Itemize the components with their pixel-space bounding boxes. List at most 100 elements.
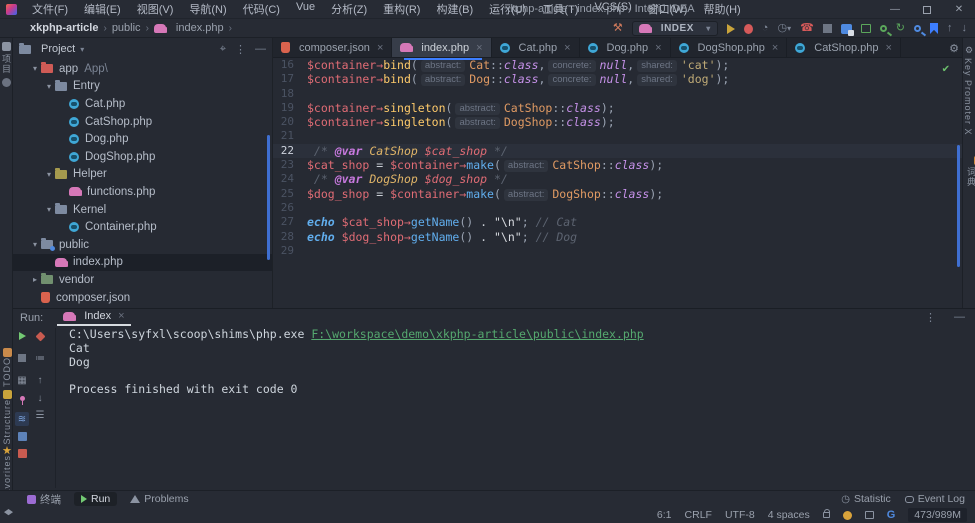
tree-expanded-icon[interactable]: ▾ xyxy=(29,240,41,249)
prev-occurrence-button[interactable]: ↑ xyxy=(947,23,953,34)
run-panel-hide-icon[interactable]: — xyxy=(954,311,965,324)
menu-item-5[interactable]: Vue xyxy=(289,0,322,19)
maximize-button[interactable] xyxy=(911,0,943,19)
tree-item-DogShop.php[interactable]: DogShop.php xyxy=(13,148,272,166)
tree-item-composer.json[interactable]: composer.json xyxy=(13,289,272,307)
file-encoding[interactable]: UTF-8 xyxy=(725,509,755,521)
indent-setting[interactable]: 4 spaces xyxy=(768,509,810,521)
memory-indicator[interactable]: 473/989M xyxy=(908,508,967,522)
tree-item-public[interactable]: ▾public xyxy=(13,236,272,254)
editor-tab-index.php[interactable]: index.php× xyxy=(392,38,491,57)
menu-item-0[interactable]: 文件(F) xyxy=(25,0,75,19)
pin-tab-icon[interactable] xyxy=(15,391,29,405)
code-line-21[interactable]: 21 xyxy=(273,129,962,143)
todo-stripe-button[interactable]: TODO xyxy=(2,348,12,390)
code-line-28[interactable]: 28echo $dog_shop→getName() . "\n"; // Do… xyxy=(273,230,962,244)
tree-item-Helper[interactable]: ▾Helper xyxy=(13,166,272,184)
tree-item-Cat.php[interactable]: Cat.php xyxy=(13,95,272,113)
project-stripe-button[interactable]: 项目 xyxy=(0,38,12,87)
console-file-link[interactable]: F:\workspace\demo\xkphp-article\public\i… xyxy=(311,327,643,341)
tab-close-icon[interactable]: × xyxy=(564,42,570,54)
hide-panel-icon[interactable]: — xyxy=(255,43,266,55)
editor-tab-composer.json[interactable]: composer.json× xyxy=(273,38,392,57)
options-menu-icon[interactable]: ⋮ xyxy=(235,43,246,56)
find-icon[interactable] xyxy=(914,25,921,32)
editor-tab-Cat.php[interactable]: Cat.php× xyxy=(492,38,580,57)
attach-phone-icon[interactable]: ☎ xyxy=(800,23,814,34)
soft-wrap-toggle[interactable]: ≋ xyxy=(15,412,29,426)
sort-list-icon[interactable]: ≔ xyxy=(33,351,47,365)
code-line-27[interactable]: 27echo $cat_shop→getName() . "\n"; // Ca… xyxy=(273,215,962,229)
run-button[interactable] xyxy=(727,24,735,34)
tab-close-icon[interactable]: × xyxy=(655,42,661,54)
stop-button[interactable] xyxy=(823,24,832,33)
menu-item-1[interactable]: 编辑(E) xyxy=(77,0,128,19)
problems-button[interactable]: Problems xyxy=(123,492,195,506)
code-line-25[interactable]: 25$dog_shop = $container→make(abstract:D… xyxy=(273,187,962,201)
menu-item-8[interactable]: 构建(B) xyxy=(429,0,480,19)
code-line-22[interactable]: 22 /* @var CatShop $cat_shop */ xyxy=(273,144,962,158)
tree-collapsed-icon[interactable]: ▸ xyxy=(29,275,41,284)
tab-close-icon[interactable]: × xyxy=(885,42,891,54)
locate-file-icon[interactable]: ⌖ xyxy=(220,43,226,56)
screenshot-icon[interactable] xyxy=(841,24,852,34)
code-line-19[interactable]: 19$container→singleton(abstract:CatShop:… xyxy=(273,101,962,115)
menu-item-13[interactable]: 帮助(H) xyxy=(696,0,747,19)
menu-item-7[interactable]: 重构(R) xyxy=(376,0,427,19)
code-line-16[interactable]: 16$container→bind(abstract:Cat::class,co… xyxy=(273,58,962,72)
breadcrumb-item[interactable]: index.php xyxy=(176,22,224,34)
statistic-button[interactable]: ◷ Statistic xyxy=(841,493,891,505)
profiler-button[interactable]: ◷▾ xyxy=(777,23,791,34)
tree-item-Container.php[interactable]: Container.php xyxy=(13,218,272,236)
bookmark-icon[interactable] xyxy=(930,23,938,34)
code-line-18[interactable]: 18 xyxy=(273,87,962,101)
open-window-icon[interactable] xyxy=(861,24,871,33)
tree-item-Entry[interactable]: ▾Entry xyxy=(13,78,272,96)
editor-tab-CatShop.php[interactable]: CatShop.php× xyxy=(787,38,901,57)
up-stack-trace-icon[interactable]: ↑ xyxy=(33,373,47,387)
down-stack-trace-icon[interactable]: ↓ xyxy=(33,391,47,405)
tree-item-CatShop.php[interactable]: CatShop.php xyxy=(13,113,272,131)
readonly-lock-icon[interactable] xyxy=(823,512,830,518)
breadcrumb-item[interactable]: public xyxy=(112,22,141,34)
tree-item-functions.php[interactable]: functions.php xyxy=(13,183,272,201)
sync-refresh-icon[interactable]: ↻ xyxy=(896,23,905,34)
code-line-24[interactable]: 24 /* @var DogShop $dog_shop */ xyxy=(273,172,962,186)
tree-expanded-icon[interactable]: ▾ xyxy=(29,64,41,73)
tab-close-icon[interactable]: × xyxy=(377,42,383,54)
restore-layout-icon[interactable]: ▦ xyxy=(15,373,29,387)
run-config-selector[interactable]: INDEX ▾ xyxy=(632,21,718,36)
tab-close-icon[interactable]: × xyxy=(772,42,778,54)
line-separator[interactable]: CRLF xyxy=(685,509,712,521)
menu-item-6[interactable]: 分析(Z) xyxy=(324,0,374,19)
run-toolwindow-button[interactable]: Run xyxy=(74,492,117,506)
code-line-17[interactable]: 17$container→bind(abstract:Dog::class,co… xyxy=(273,72,962,86)
plugin-paw-icon[interactable] xyxy=(843,511,852,520)
event-log-button[interactable]: Event Log xyxy=(905,493,965,505)
run-panel-options-icon[interactable]: ⋮ xyxy=(925,311,936,324)
editor-tab-Dog.php[interactable]: Dog.php× xyxy=(580,38,671,57)
code-line-23[interactable]: 23$cat_shop = $container→make(abstract:C… xyxy=(273,158,962,172)
menu-item-4[interactable]: 代码(C) xyxy=(236,0,287,19)
tree-item-app[interactable]: ▾appApp\ xyxy=(13,60,272,78)
tree-item-Kernel[interactable]: ▾Kernel xyxy=(13,201,272,219)
debug-button[interactable] xyxy=(744,24,753,34)
tree-item-Dog.php[interactable]: Dog.php xyxy=(13,130,272,148)
caret-position[interactable]: 6:1 xyxy=(657,509,672,521)
stop-process-button[interactable] xyxy=(15,351,29,365)
minimize-button[interactable]: — xyxy=(879,0,911,19)
build-hammer-icon[interactable]: ⚒ xyxy=(613,23,623,34)
run-tab-index[interactable]: Index × xyxy=(57,309,130,326)
tree-item-index.php[interactable]: index.php xyxy=(13,254,272,272)
rerun-button[interactable] xyxy=(15,329,29,343)
terminal-button[interactable]: 终端 xyxy=(20,491,68,508)
menu-item-3[interactable]: 导航(N) xyxy=(182,0,233,19)
chevron-down-icon[interactable]: ▾ xyxy=(80,45,84,54)
tab-options-gear-icon[interactable]: ⚙ xyxy=(949,42,959,55)
tab-close-icon[interactable]: × xyxy=(118,310,124,322)
project-scrollbar[interactable] xyxy=(267,135,270,260)
editor-tab-DogShop.php[interactable]: DogShop.php× xyxy=(671,38,788,57)
structure-stripe-button[interactable]: Structure xyxy=(2,390,12,448)
tree-expanded-icon[interactable]: ▾ xyxy=(43,82,55,91)
run-console[interactable]: C:\Users\syfxl\scoop\shims\php.exe F:\wo… xyxy=(55,328,955,488)
